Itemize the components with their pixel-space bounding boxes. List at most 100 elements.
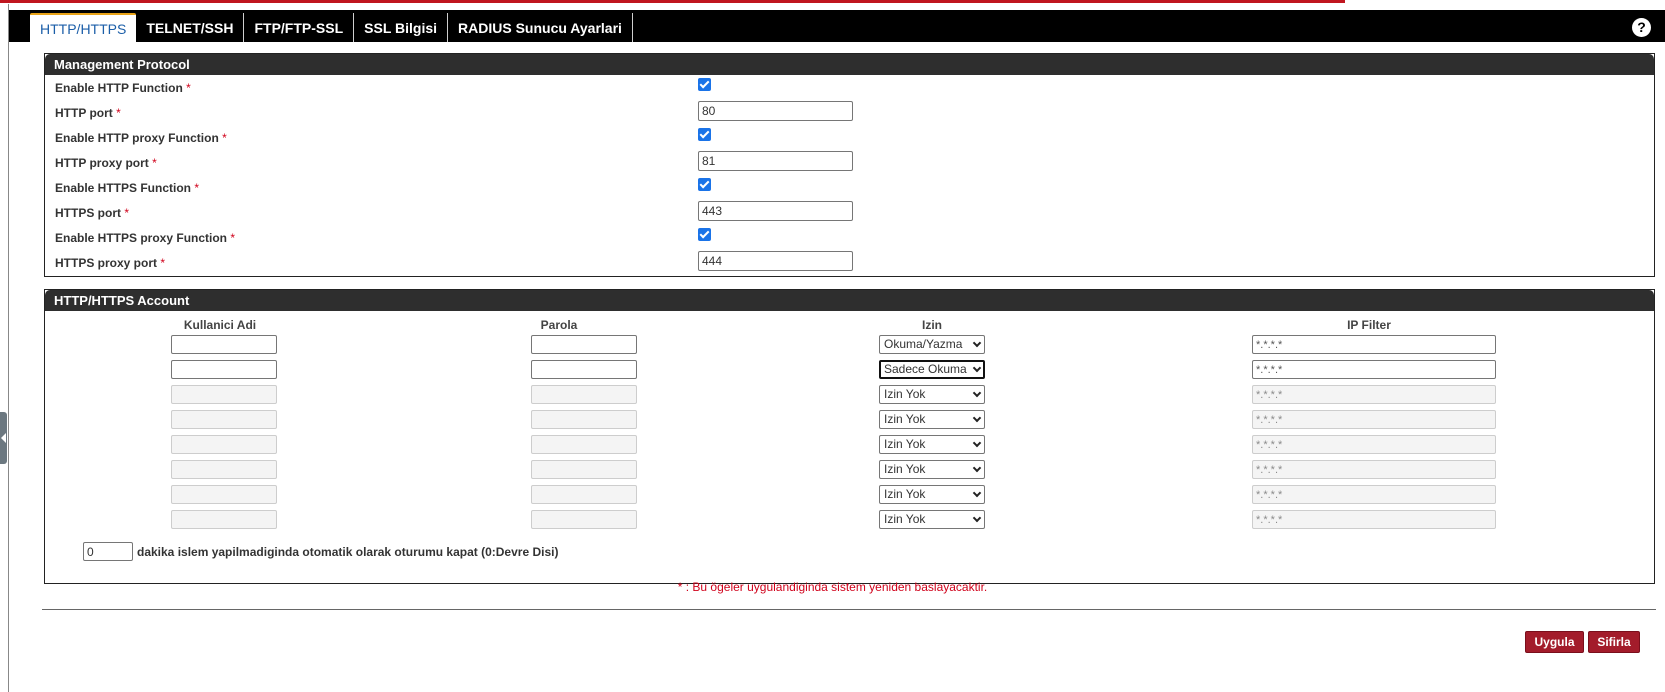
account-row: Izin Yok bbox=[45, 385, 1656, 407]
management-protocol-panel: Management Protocol Enable HTTP Function… bbox=[44, 53, 1655, 277]
tab-radius-sunucu-ayarlari[interactable]: RADIUS Sunucu Ayarlari bbox=[448, 13, 633, 42]
ip-filter-input[interactable] bbox=[1252, 385, 1496, 404]
permission-select[interactable]: Izin Yok bbox=[879, 485, 985, 504]
field-label-text: Enable HTTP proxy Function bbox=[55, 131, 219, 145]
field-label-text: HTTPS proxy port bbox=[55, 256, 158, 270]
required-mark: * bbox=[116, 106, 121, 120]
field-label-https-port: HTTPS port * bbox=[55, 206, 129, 220]
password-input[interactable] bbox=[531, 460, 637, 479]
field-label-text: HTTPS port bbox=[55, 206, 121, 220]
password-input[interactable] bbox=[531, 435, 637, 454]
field-row: Enable HTTPS proxy Function * bbox=[55, 226, 1645, 251]
management-protocol-title: Management Protocol bbox=[45, 54, 1654, 75]
timeout-label: dakika islem yapilmadiginda otomatik ola… bbox=[137, 545, 559, 559]
username-input[interactable] bbox=[171, 385, 277, 404]
tab-telnet-ssh[interactable]: TELNET/SSH bbox=[136, 13, 245, 42]
chevron-left-icon bbox=[1, 433, 6, 443]
ip-filter-input[interactable] bbox=[1252, 335, 1496, 354]
collapse-sidebar-handle[interactable] bbox=[0, 412, 7, 464]
permission-select[interactable]: Izin Yok bbox=[879, 385, 985, 404]
https-port-input[interactable] bbox=[698, 201, 853, 221]
password-input[interactable] bbox=[531, 410, 637, 429]
ip-filter-input[interactable] bbox=[1252, 460, 1496, 479]
permission-value: Izin Yok bbox=[884, 412, 926, 426]
ip-filter-input[interactable] bbox=[1252, 435, 1496, 454]
field-row: HTTPS port * bbox=[55, 201, 1645, 226]
ip-filter-input[interactable] bbox=[1252, 410, 1496, 429]
required-mark: * bbox=[160, 256, 166, 270]
column-header-username: Kullanici Adi bbox=[183, 318, 257, 332]
divider bbox=[42, 609, 1656, 610]
account-row: Izin Yok bbox=[45, 410, 1656, 432]
username-input[interactable] bbox=[171, 435, 277, 454]
required-mark: * bbox=[222, 131, 227, 145]
permission-value: Izin Yok bbox=[884, 437, 926, 451]
account-title: HTTP/HTTPS Account bbox=[45, 290, 1654, 311]
field-label-text: Enable HTTP Function bbox=[55, 81, 183, 95]
permission-select[interactable]: Izin Yok bbox=[879, 435, 985, 454]
password-input[interactable] bbox=[531, 360, 637, 379]
chevron-down-icon bbox=[972, 388, 982, 398]
tab-list: HTTP/HTTPS TELNET/SSH FTP/FTP-SSL SSL Bilgi… bbox=[30, 13, 633, 42]
field-row: HTTPS proxy port * bbox=[55, 251, 1645, 276]
username-input[interactable] bbox=[171, 335, 277, 354]
account-panel: HTTP/HTTPS Account Kullanici Adi Parola … bbox=[44, 289, 1655, 584]
username-input[interactable] bbox=[171, 510, 277, 529]
chevron-down-icon bbox=[972, 488, 982, 498]
enable-http-function-checkbox[interactable] bbox=[698, 78, 711, 91]
ip-filter-input[interactable] bbox=[1252, 485, 1496, 504]
field-row: Enable HTTP Function * bbox=[55, 76, 1645, 101]
field-label-enable-https-function: Enable HTTPS Function * bbox=[55, 181, 199, 195]
required-mark: * bbox=[230, 231, 236, 245]
permission-select[interactable]: Izin Yok bbox=[879, 410, 985, 429]
chevron-down-icon bbox=[972, 413, 982, 423]
permission-value: Okuma/Yazma bbox=[884, 337, 963, 351]
enable-http-proxy-function-checkbox[interactable] bbox=[698, 128, 711, 141]
field-label-text: Enable HTTPS Function bbox=[55, 181, 192, 195]
tab-http-https[interactable]: HTTP/HTTPS bbox=[30, 13, 137, 42]
password-input[interactable] bbox=[531, 485, 637, 504]
ip-filter-input[interactable] bbox=[1252, 510, 1496, 529]
account-row: Izin Yok bbox=[45, 510, 1656, 532]
username-input[interactable] bbox=[171, 485, 277, 504]
permission-select[interactable]: Izin Yok bbox=[879, 510, 985, 529]
http-proxy-port-input[interactable] bbox=[698, 151, 853, 171]
ip-filter-input[interactable] bbox=[1252, 360, 1496, 379]
account-row: Izin Yok bbox=[45, 435, 1656, 457]
permission-select[interactable]: Okuma/Yazma bbox=[879, 335, 985, 354]
timeout-input[interactable] bbox=[83, 542, 133, 561]
tab-bar: HTTP/HTTPS TELNET/SSH FTP/FTP-SSL SSL Bilgi… bbox=[9, 10, 1665, 42]
tab-ftp-ftp-ssl[interactable]: FTP/FTP-SSL bbox=[244, 13, 355, 42]
permission-select[interactable]: Izin Yok bbox=[879, 460, 985, 479]
help-icon[interactable]: ? bbox=[1632, 18, 1651, 37]
username-input[interactable] bbox=[171, 460, 277, 479]
required-mark: * bbox=[152, 156, 157, 170]
field-label-http-proxy-port: HTTP proxy port * bbox=[55, 156, 157, 170]
field-label-http-port: HTTP port * bbox=[55, 106, 121, 120]
column-header-password: Parola bbox=[540, 318, 578, 332]
https-proxy-port-input[interactable] bbox=[698, 251, 853, 271]
password-input[interactable] bbox=[531, 385, 637, 404]
permission-select[interactable]: Sadece Okuma bbox=[879, 360, 985, 379]
permission-value: Izin Yok bbox=[884, 387, 926, 401]
top-accent-line bbox=[0, 0, 1665, 4]
username-input[interactable] bbox=[171, 360, 277, 379]
username-input[interactable] bbox=[171, 410, 277, 429]
tab-ssl-bilgisi[interactable]: SSL Bilgisi bbox=[354, 13, 449, 42]
reset-button[interactable]: Sifirla bbox=[1588, 631, 1640, 653]
password-input[interactable] bbox=[531, 335, 637, 354]
field-label-enable-http-function: Enable HTTP Function * bbox=[55, 81, 191, 95]
field-label-text: HTTP port bbox=[55, 106, 113, 120]
chevron-down-icon bbox=[972, 513, 982, 523]
account-row: Izin Yok bbox=[45, 460, 1656, 482]
chevron-down-icon bbox=[972, 438, 982, 448]
field-row: HTTP port * bbox=[55, 101, 1645, 126]
permission-value: Sadece Okuma bbox=[884, 362, 967, 376]
password-input[interactable] bbox=[531, 510, 637, 529]
chevron-down-icon bbox=[972, 338, 982, 348]
apply-button[interactable]: Uygula bbox=[1525, 631, 1584, 653]
field-label-https-proxy-port: HTTPS proxy port * bbox=[55, 256, 165, 270]
http-port-input[interactable] bbox=[698, 101, 853, 121]
enable-https-proxy-function-checkbox[interactable] bbox=[698, 228, 711, 241]
enable-https-function-checkbox[interactable] bbox=[698, 178, 711, 191]
